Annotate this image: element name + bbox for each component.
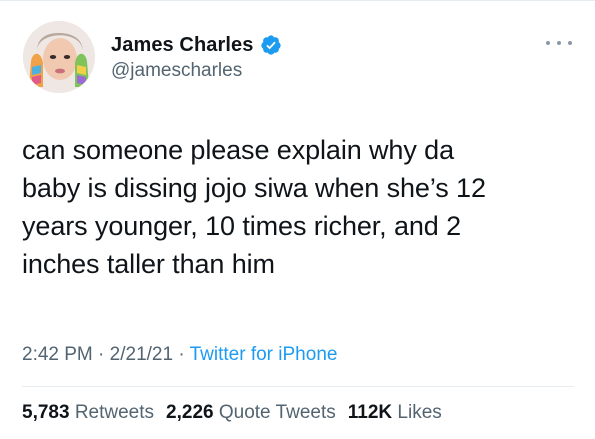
more-dot <box>546 41 550 45</box>
likes-label: Likes <box>397 402 442 423</box>
tweet-stats: 5,783 Retweets 2,226 Quote Tweets 112K L… <box>22 402 442 424</box>
verified-badge-icon <box>260 35 281 55</box>
quote-tweets-count: 2,226 <box>166 402 214 423</box>
more-dot <box>568 41 572 45</box>
likes-count: 112K <box>347 402 393 423</box>
author-handle[interactable]: @jamescharles <box>111 60 242 82</box>
tweet-source-link[interactable]: Twitter for iPhone <box>190 344 338 365</box>
retweets-count: 5,783 <box>22 402 70 423</box>
retweets-label: Retweets <box>74 402 155 423</box>
top-divider <box>0 0 595 1</box>
meta-separator: · <box>178 344 185 365</box>
tweet-meta: 2:42 PM · 2/21/21 · Twitter for iPhone <box>22 344 337 366</box>
more-options-icon[interactable] <box>546 37 572 49</box>
more-dot <box>557 41 561 45</box>
quote-tweets-label: Quote Tweets <box>218 402 336 423</box>
author-display-name[interactable]: James Charles <box>111 34 254 57</box>
tweet-time[interactable]: 2:42 PM <box>22 344 93 365</box>
retweets-stat[interactable]: 5,783 Retweets <box>22 402 154 424</box>
avatar[interactable] <box>23 21 95 93</box>
tweet-text: can someone please explain why da baby i… <box>22 135 486 279</box>
likes-stat[interactable]: 112K Likes <box>348 402 442 424</box>
stats-divider <box>22 386 574 387</box>
author-name-row: James Charles <box>111 32 282 58</box>
avatar-image <box>23 21 95 93</box>
meta-separator: · <box>98 344 105 365</box>
tweet-card: James Charles @jamescharles can someone … <box>0 0 595 439</box>
quote-tweets-stat[interactable]: 2,226 Quote Tweets <box>166 402 336 424</box>
tweet-date[interactable]: 2/21/21 <box>110 344 173 365</box>
